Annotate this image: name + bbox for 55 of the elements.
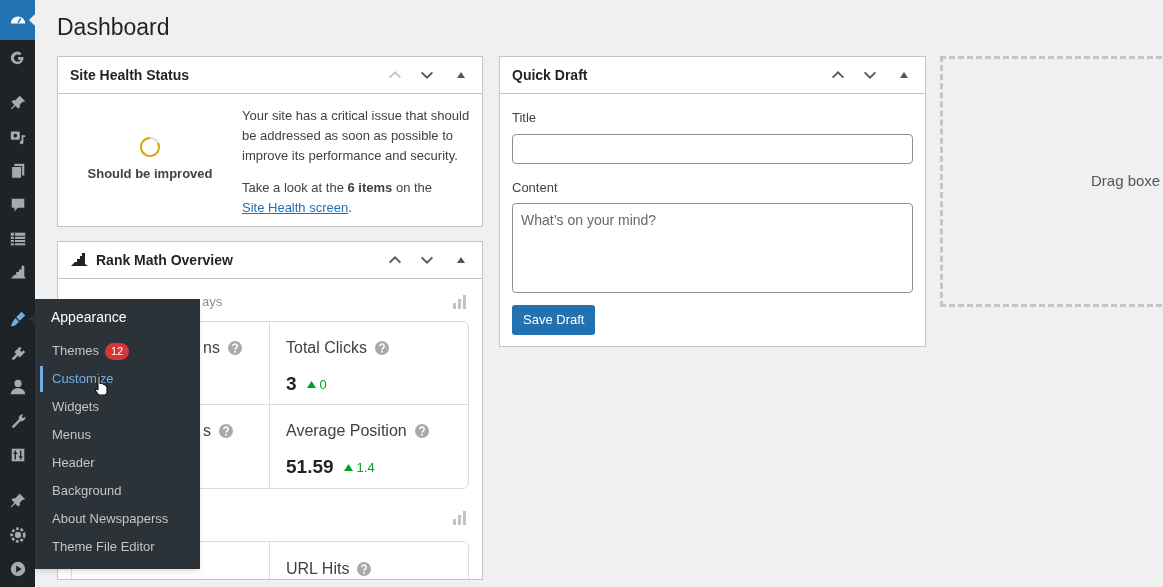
stat-change: 1.4 <box>356 458 375 477</box>
stat-value: 3 <box>286 372 297 396</box>
collapse-triangle-icon[interactable] <box>456 71 466 79</box>
play-icon <box>8 560 27 578</box>
count-badge: 12 <box>104 342 130 360</box>
menu-item[interactable]: Customize <box>52 369 114 389</box>
menu-item[interactable]: Background <box>52 481 122 501</box>
menu-item[interactable]: Theme File Editor <box>52 537 155 557</box>
stat-label: Average Position <box>286 421 407 441</box>
stat-change: 0 <box>319 375 327 394</box>
up-triangle-icon <box>343 463 353 471</box>
health-details: Take a look at the 6 items on the Site Health screen. <box>242 179 434 217</box>
pin-icon <box>8 492 27 510</box>
stat-label: ns <box>203 338 220 358</box>
help-icon <box>414 424 429 438</box>
page-title: Dashboard <box>57 13 171 42</box>
menu-item[interactable]: Themes <box>52 341 99 361</box>
widget-title: Rank Math Overview <box>96 250 234 270</box>
menu-pointer-icon <box>29 14 35 26</box>
sidebar-item[interactable] <box>0 0 35 40</box>
menu-item[interactable]: About Newspaperss <box>52 509 169 529</box>
help-icon <box>357 562 372 576</box>
widget-title: Quick Draft <box>512 65 589 85</box>
drop-zone-text: Drag boxe <box>1091 171 1161 192</box>
person-icon <box>8 378 27 396</box>
up-triangle-icon <box>306 380 316 388</box>
menu-item[interactable]: Menus <box>52 425 92 445</box>
help-icon <box>219 424 233 438</box>
period-label: ays <box>202 293 224 312</box>
field-label: Content <box>512 178 559 197</box>
stat-label: URL Hits <box>286 559 350 579</box>
widget-title: Site Health Status <box>70 65 191 85</box>
save-draft-button[interactable]: Save Draft <box>512 305 596 335</box>
bar-chart-icon <box>453 511 467 525</box>
bar-chart-icon <box>453 295 467 309</box>
stat-value: 51.59 <box>286 455 334 479</box>
menu-item[interactable]: Widgets <box>52 397 99 417</box>
field-label: Title <box>512 109 538 127</box>
collapse-triangle-icon[interactable] <box>899 71 909 79</box>
title-input[interactable] <box>512 133 913 164</box>
menu-heading: Appearance <box>50 308 128 327</box>
stat-label: s <box>203 421 211 441</box>
health-message: Your site has a critical issue that should be addressed as soon as possible to improve its performance and security. <box>242 107 470 165</box>
content-textarea[interactable]: What’s on your mind? <box>512 203 913 293</box>
progress-ring-icon <box>139 136 161 158</box>
help-icon <box>227 341 242 355</box>
menu-item[interactable]: Header <box>52 453 95 473</box>
collapse-triangle-icon[interactable] <box>456 256 466 264</box>
health-status: Should be improved <box>87 165 213 183</box>
help-icon <box>374 341 389 355</box>
list-icon <box>8 230 27 248</box>
pages-icon <box>8 162 27 180</box>
stat-label: Total Clicks <box>286 338 367 358</box>
pin-icon <box>8 94 27 112</box>
bar-chart-icon <box>70 252 90 268</box>
